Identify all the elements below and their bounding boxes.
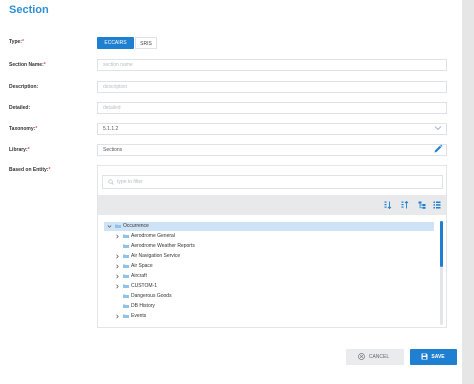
required-mark: * xyxy=(35,126,38,132)
folder-icon xyxy=(123,284,129,288)
page-scrollbar[interactable] xyxy=(462,0,474,384)
type-option-eccairs[interactable]: ECCAIRS xyxy=(97,37,134,49)
search-icon xyxy=(108,179,114,185)
library-label-text: Library: xyxy=(9,147,28,153)
library-field[interactable]: Sections xyxy=(97,144,447,156)
tree-node-label: Air Navigation Service xyxy=(131,253,181,259)
detailed-input[interactable]: detailed xyxy=(97,102,447,114)
cancel-button-label: CANCEL xyxy=(368,354,390,360)
pencil-icon[interactable] xyxy=(433,144,443,154)
chevron-right-icon[interactable] xyxy=(115,232,120,245)
based-on-entity-label-text: Based on Entity: xyxy=(9,167,49,173)
required-mark: * xyxy=(43,62,46,68)
folder-icon xyxy=(123,294,129,298)
library-value: Sections xyxy=(103,147,123,153)
folder-icon xyxy=(115,224,121,228)
cancel-button[interactable]: CANCEL xyxy=(346,349,404,365)
list-icon[interactable] xyxy=(433,201,441,209)
taxonomy-select[interactable]: 5.1.1.2 xyxy=(97,123,447,135)
folder-icon xyxy=(123,254,129,258)
tree-scrollbar[interactable] xyxy=(440,221,443,325)
tree-node-label: Aircraft xyxy=(131,273,147,279)
tree-node-label: Aerodrome General xyxy=(131,233,175,239)
description-input[interactable]: description xyxy=(97,81,447,93)
cancel-icon xyxy=(358,353,365,360)
entity-panel: type to filter Occurrence Aerodrome Gene… xyxy=(97,165,447,328)
chevron-right-icon[interactable] xyxy=(115,312,120,325)
sort-descending-icon[interactable] xyxy=(401,201,409,209)
type-label: Type:* xyxy=(9,39,24,45)
tree-node-label: Occurrence xyxy=(123,223,149,229)
library-label: Library:* xyxy=(9,147,30,153)
taxonomy-label-text: Taxonomy: xyxy=(9,126,36,132)
type-option-sris[interactable]: SRIS xyxy=(135,37,157,49)
tree-node-label: Events xyxy=(131,313,147,319)
detailed-label: Detailed: xyxy=(9,105,31,111)
tree-node-label: Aerodrome Weather Reports xyxy=(131,243,195,249)
tree-node-occurrence[interactable]: Occurrence xyxy=(104,222,434,231)
sort-ascending-icon[interactable] xyxy=(384,201,392,209)
folder-icon xyxy=(123,274,129,278)
taxonomy-label: Taxonomy:* xyxy=(9,126,37,132)
required-mark: * xyxy=(27,147,30,153)
page-title: Section xyxy=(9,4,49,16)
section-name-label-text: Section Name: xyxy=(9,62,44,68)
folder-icon xyxy=(123,234,129,238)
save-button-label: SAVE xyxy=(431,354,445,360)
tree-node-label: Air Space xyxy=(131,263,153,269)
folder-icon xyxy=(123,314,129,318)
description-label: Description: xyxy=(9,84,39,90)
entity-tree: Occurrence Aerodrome General Aerodrome W… xyxy=(104,219,438,327)
folder-icon xyxy=(123,264,129,268)
hierarchy-icon[interactable] xyxy=(418,201,426,209)
type-label-text: Type: xyxy=(9,39,22,45)
save-button[interactable]: SAVE xyxy=(410,349,457,365)
chevron-down-icon xyxy=(434,125,442,135)
filter-placeholder: type to filter xyxy=(117,179,143,185)
chevron-right-icon[interactable] xyxy=(115,282,120,295)
save-icon xyxy=(421,353,428,360)
scrollbar-thumb[interactable] xyxy=(440,221,443,267)
section-name-input[interactable]: section name xyxy=(97,59,447,71)
tree-node-label: DB History xyxy=(131,303,155,309)
required-mark: * xyxy=(21,39,24,45)
based-on-entity-label: Based on Entity:* xyxy=(9,167,50,173)
folder-icon xyxy=(123,304,129,308)
folder-icon xyxy=(123,244,129,248)
required-mark: * xyxy=(48,167,51,173)
tree-node-label: CUSTOM-1 xyxy=(131,283,158,289)
chevron-down-icon[interactable] xyxy=(107,222,112,235)
tree-node-label: Dangerous Goods xyxy=(131,293,172,299)
section-name-label: Section Name:* xyxy=(9,62,46,68)
tree-toolbar xyxy=(98,195,446,215)
filter-input[interactable]: type to filter xyxy=(102,175,443,189)
taxonomy-value: 5.1.1.2 xyxy=(103,126,119,132)
